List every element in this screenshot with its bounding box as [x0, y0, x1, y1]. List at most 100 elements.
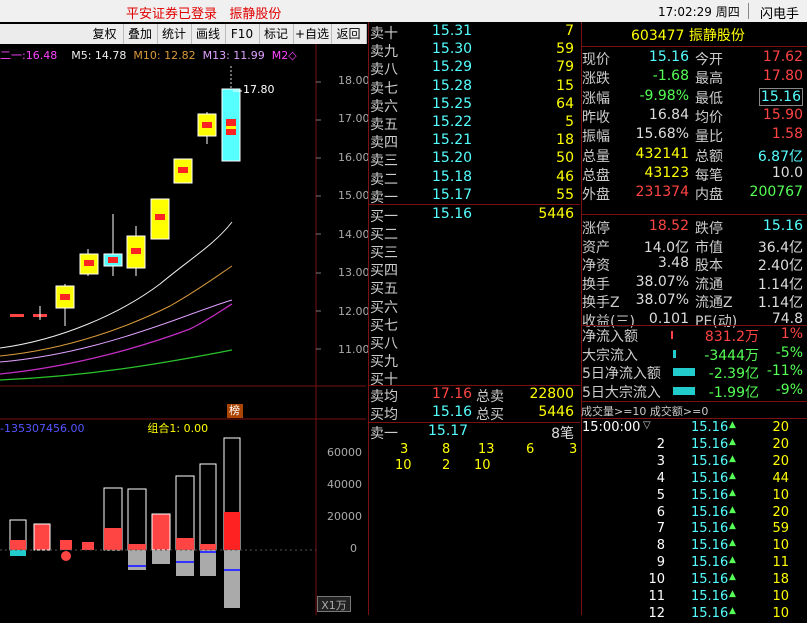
- tick-row[interactable]: 11 15.16 ▲ 10: [581, 589, 807, 606]
- candle: [202, 122, 212, 128]
- ask-level-label: 卖十: [370, 26, 398, 42]
- stat-row: 涨停 18.52 跌停 15.16: [581, 218, 807, 237]
- candle: [108, 257, 118, 263]
- flow-bar: [673, 386, 695, 395]
- tick-filter[interactable]: 成交量>=10 成交额>=0: [581, 403, 708, 419]
- tick-time: 2: [656, 436, 665, 452]
- stat-value: 2.40亿: [757, 258, 803, 274]
- volume-bar: [200, 544, 216, 550]
- stat-row: 总盘 43123 每笔 10.0: [581, 165, 807, 184]
- stat-value: 15.68%: [635, 126, 689, 143]
- volume-bar: [176, 538, 194, 550]
- stat-label: 跌停: [695, 221, 723, 237]
- bid-row[interactable]: 买五: [368, 278, 580, 297]
- flow-percent: -11%: [766, 363, 803, 379]
- ask-row[interactable]: 卖八 15.29 79: [368, 59, 580, 78]
- bid-row[interactable]: 买二: [368, 224, 580, 243]
- candle: [155, 214, 165, 220]
- stat-label: 总额: [695, 148, 723, 165]
- stat-row: 净资 3.48 股本 2.40亿: [581, 255, 807, 274]
- candle: [84, 260, 94, 266]
- tick-row[interactable]: 5 15.16 ▲ 10: [581, 488, 807, 505]
- bid-row[interactable]: 买四: [368, 260, 580, 279]
- ask-row[interactable]: 卖五 15.22 5: [368, 114, 580, 133]
- tick-row[interactable]: 4 15.16 ▲ 44: [581, 471, 807, 488]
- y-tick: 12.00: [338, 305, 370, 318]
- stat-label: 每笔: [695, 167, 723, 184]
- vol-tick: 40000: [327, 478, 362, 491]
- tick-row[interactable]: 7 15.16 ▲ 59: [581, 521, 807, 538]
- tick-row[interactable]: 3 15.16 ▲ 20: [581, 454, 807, 471]
- tick-row[interactable]: 9 15.16 ▲ 11: [581, 555, 807, 572]
- stat-label: 振幅: [582, 129, 610, 146]
- flow-bar: [673, 368, 695, 376]
- stat-value: 231374: [635, 184, 689, 201]
- tick-price: 15.16: [691, 504, 729, 520]
- bid-level-label: 买六: [370, 299, 398, 316]
- stat-row: 换手 38.07% 流通 1.14亿: [581, 274, 807, 293]
- flow-bar: [10, 550, 26, 556]
- bid-level-label: 买五: [370, 281, 398, 298]
- ask-volume: 59: [556, 41, 574, 58]
- ask-row[interactable]: 卖七 15.28 15: [368, 78, 580, 97]
- ask-row[interactable]: 卖九 15.30 59: [368, 41, 580, 60]
- ask-volume: 55: [556, 186, 574, 203]
- ask-row[interactable]: 卖二 15.18 46: [368, 169, 580, 188]
- f10-button[interactable]: F10: [225, 24, 260, 44]
- kline-chart[interactable]: 二一:16.48 M5: 14.78 M10: 12.82 M13: 11.99…: [0, 44, 370, 615]
- mark-button[interactable]: 标记: [259, 24, 294, 44]
- flow-bar: [200, 550, 216, 576]
- bid-row[interactable]: 买三: [368, 242, 580, 261]
- stat-value: 38.07%: [635, 273, 689, 290]
- restore-rights-button[interactable]: 复权: [86, 24, 124, 44]
- bid-row[interactable]: 买一 15.16 5446: [368, 206, 580, 225]
- ask-row[interactable]: 卖六 15.25 64: [368, 96, 580, 115]
- ask-volume: 50: [556, 150, 574, 167]
- chevron-down-icon[interactable]: ▽: [643, 420, 651, 431]
- stat-value: 432141: [635, 145, 689, 162]
- stat-value: -9.98%: [639, 87, 689, 104]
- flow-label: 大宗流入: [582, 347, 638, 364]
- bid-row[interactable]: 买六: [368, 297, 580, 316]
- tick-row[interactable]: 12 15.16 ▲ 10: [581, 606, 807, 623]
- tick-row[interactable]: 10 15.16 ▲ 18: [581, 572, 807, 589]
- bid-price: 15.16: [432, 206, 473, 222]
- login-status: 平安证券已登录 振静股份: [126, 7, 282, 22]
- bid-row[interactable]: 买九: [368, 351, 580, 370]
- bid-level-label: 买八: [370, 335, 398, 352]
- ask-level-label: 卖七: [370, 80, 398, 97]
- ma-legend: 二一:16.48 M5: 14.78 M10: 12.82 M13: 11.99…: [0, 49, 297, 62]
- flow-label: 5日大宗流入: [582, 384, 661, 401]
- tick-row[interactable]: 6 15.16 ▲ 20: [581, 505, 807, 522]
- bid-level-label: 买一: [370, 209, 398, 225]
- flow-value: -1.99亿: [708, 384, 759, 401]
- fund-flow-row: 5日大宗流入 -1.99亿 -9%: [581, 382, 807, 401]
- ask-volume: 7: [565, 23, 574, 39]
- tick-volume: 10: [772, 589, 789, 604]
- tick-row[interactable]: 15:00:00 ▽ 15.16 ▲ 20: [581, 420, 807, 437]
- down-arrow-icon: ▲: [729, 589, 736, 599]
- ask-row[interactable]: 卖三 15.20 50: [368, 150, 580, 169]
- down-arrow-icon: ▲: [729, 487, 736, 498]
- volume-bar: [82, 542, 94, 550]
- stat-label: 最高: [695, 71, 723, 88]
- tick-row[interactable]: 2 15.16 ▲ 20: [581, 437, 807, 454]
- ask-row[interactable]: 卖一 15.17 55: [368, 187, 580, 206]
- overlay-button[interactable]: 叠加: [123, 24, 158, 44]
- bid-level-label: 买四: [370, 263, 398, 280]
- back-button[interactable]: 返回: [331, 24, 367, 44]
- stat-label: 换手: [582, 276, 610, 293]
- chart-toolbar: 复权 叠加 统计 画线 F10 标记 +自选 返回: [0, 24, 367, 44]
- rank-badge[interactable]: 榜: [229, 402, 240, 418]
- flash-trade-button[interactable]: 闪电手: [760, 3, 799, 22]
- tick-row[interactable]: 8 15.16 ▲ 10: [581, 538, 807, 555]
- draw-line-button[interactable]: 画线: [191, 24, 226, 44]
- bid-row[interactable]: 买七: [368, 315, 580, 334]
- add-watchlist-button[interactable]: +自选: [293, 24, 332, 44]
- stats-button[interactable]: 统计: [157, 24, 192, 44]
- ask-row[interactable]: 卖四 15.21 18: [368, 132, 580, 151]
- bid-row[interactable]: 买八: [368, 333, 580, 352]
- stat-value: 36.4亿: [757, 239, 803, 256]
- ask-row[interactable]: 卖十 15.31 7: [368, 23, 580, 42]
- ask-price: 15.18: [432, 168, 473, 185]
